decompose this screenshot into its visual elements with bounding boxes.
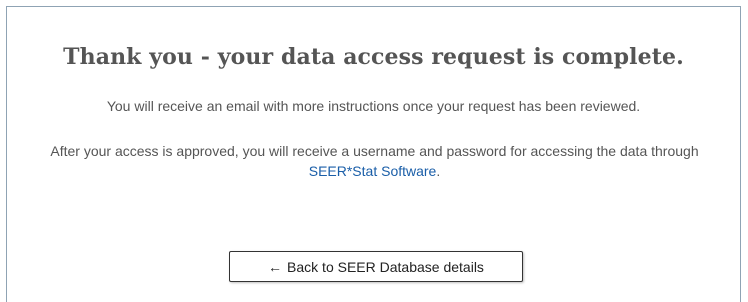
seer-stat-software-link[interactable]: SEER*Stat Software: [309, 163, 437, 179]
back-to-database-details-button[interactable]: ← Back to SEER Database details: [229, 251, 523, 282]
back-button-label: Back to SEER Database details: [287, 258, 484, 275]
left-arrow-icon: ←: [268, 258, 283, 275]
page-title: Thank you - your data access request is …: [63, 44, 684, 70]
email-notice-text: You will receive an email with more inst…: [106, 98, 641, 114]
approval-notice: After your access is approved, you will …: [37, 141, 712, 181]
approval-notice-text: After your access is approved, you will …: [50, 143, 699, 159]
approval-notice-end: .: [436, 163, 441, 179]
